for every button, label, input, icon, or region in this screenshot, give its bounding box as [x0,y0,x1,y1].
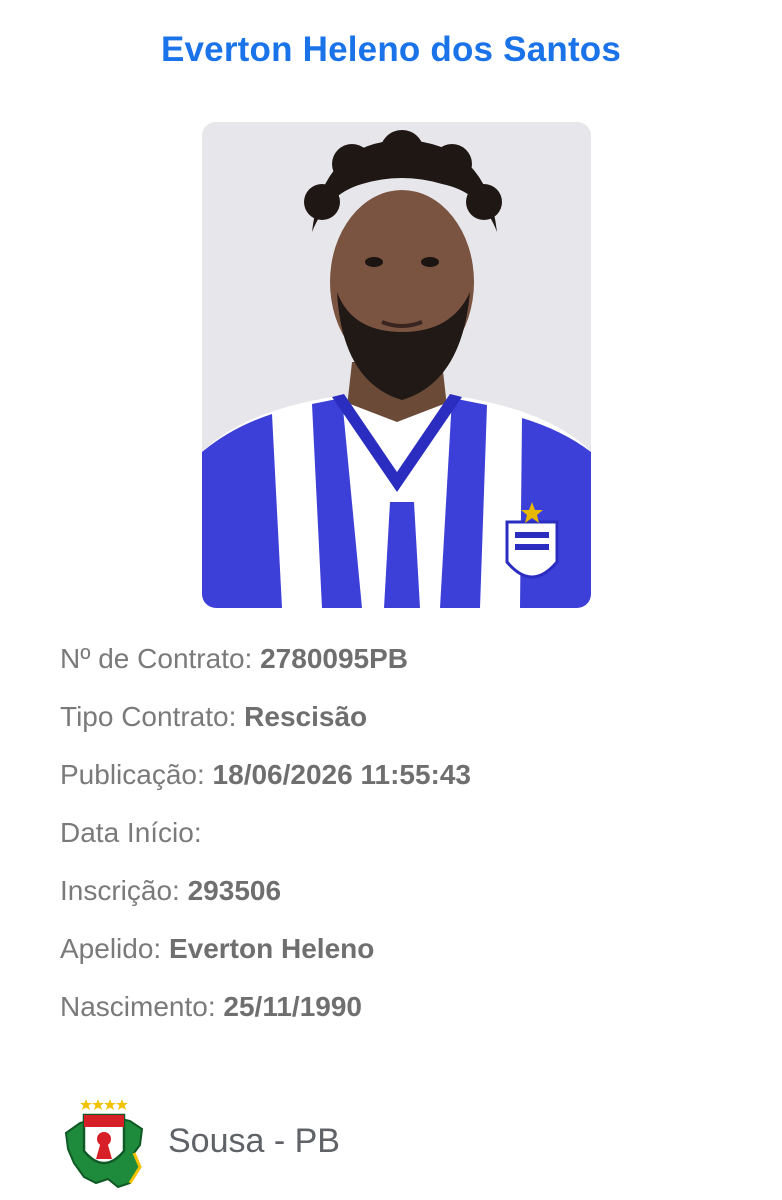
field-publication: Publicação: 18/06/2026 11:55:43 [60,756,760,814]
contract-details: Nº de Contrato: 2780095PB Tipo Contrato:… [60,640,760,1046]
field-value: 2780095PB [260,643,409,674]
field-value: Rescisão [244,701,368,732]
player-photo [202,122,591,608]
field-birth-date: Nascimento: 25/11/1990 [60,988,760,1046]
club-crest-icon [60,1093,148,1189]
field-value: 293506 [187,875,282,906]
player-name: Everton Heleno dos Santos [160,30,622,69]
field-value: Everton Heleno [168,933,375,964]
field-nickname: Apelido: Everton Heleno [60,930,760,988]
club-name: Sousa - PB [168,1122,340,1160]
field-label: Publicação: [60,759,205,790]
club-footer: Sousa - PB [60,1093,760,1189]
field-contract-type: Tipo Contrato: Rescisão [60,698,760,756]
field-contract-number: Nº de Contrato: 2780095PB [60,640,760,698]
field-label: Data Início: [60,817,202,848]
field-label: Nº de Contrato: [60,643,253,674]
field-value: 18/06/2026 11:55:43 [212,759,471,790]
field-label: Nascimento: [60,991,216,1022]
field-start-date: Data Início: [60,814,760,872]
field-value: 25/11/1990 [223,991,362,1022]
field-label: Inscrição: [60,875,180,906]
field-label: Tipo Contrato: [60,701,237,732]
field-registration: Inscrição: 293506 [60,872,760,930]
field-label: Apelido: [60,933,162,964]
